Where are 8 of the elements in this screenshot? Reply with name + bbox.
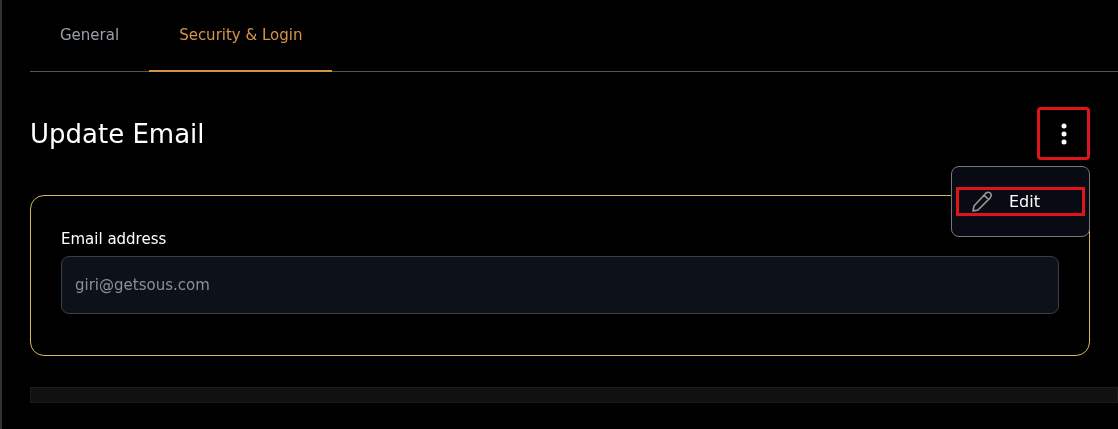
section-title: Update Email xyxy=(30,118,205,149)
edit-menu-item[interactable]: Edit xyxy=(956,187,1085,216)
more-icon xyxy=(1060,122,1067,145)
tab[interactable]: Security & Login xyxy=(149,0,333,72)
field-label: Email address xyxy=(61,230,168,248)
pencil-icon xyxy=(969,188,995,215)
more-button[interactable] xyxy=(1037,107,1090,160)
tab[interactable]: General xyxy=(30,0,150,72)
